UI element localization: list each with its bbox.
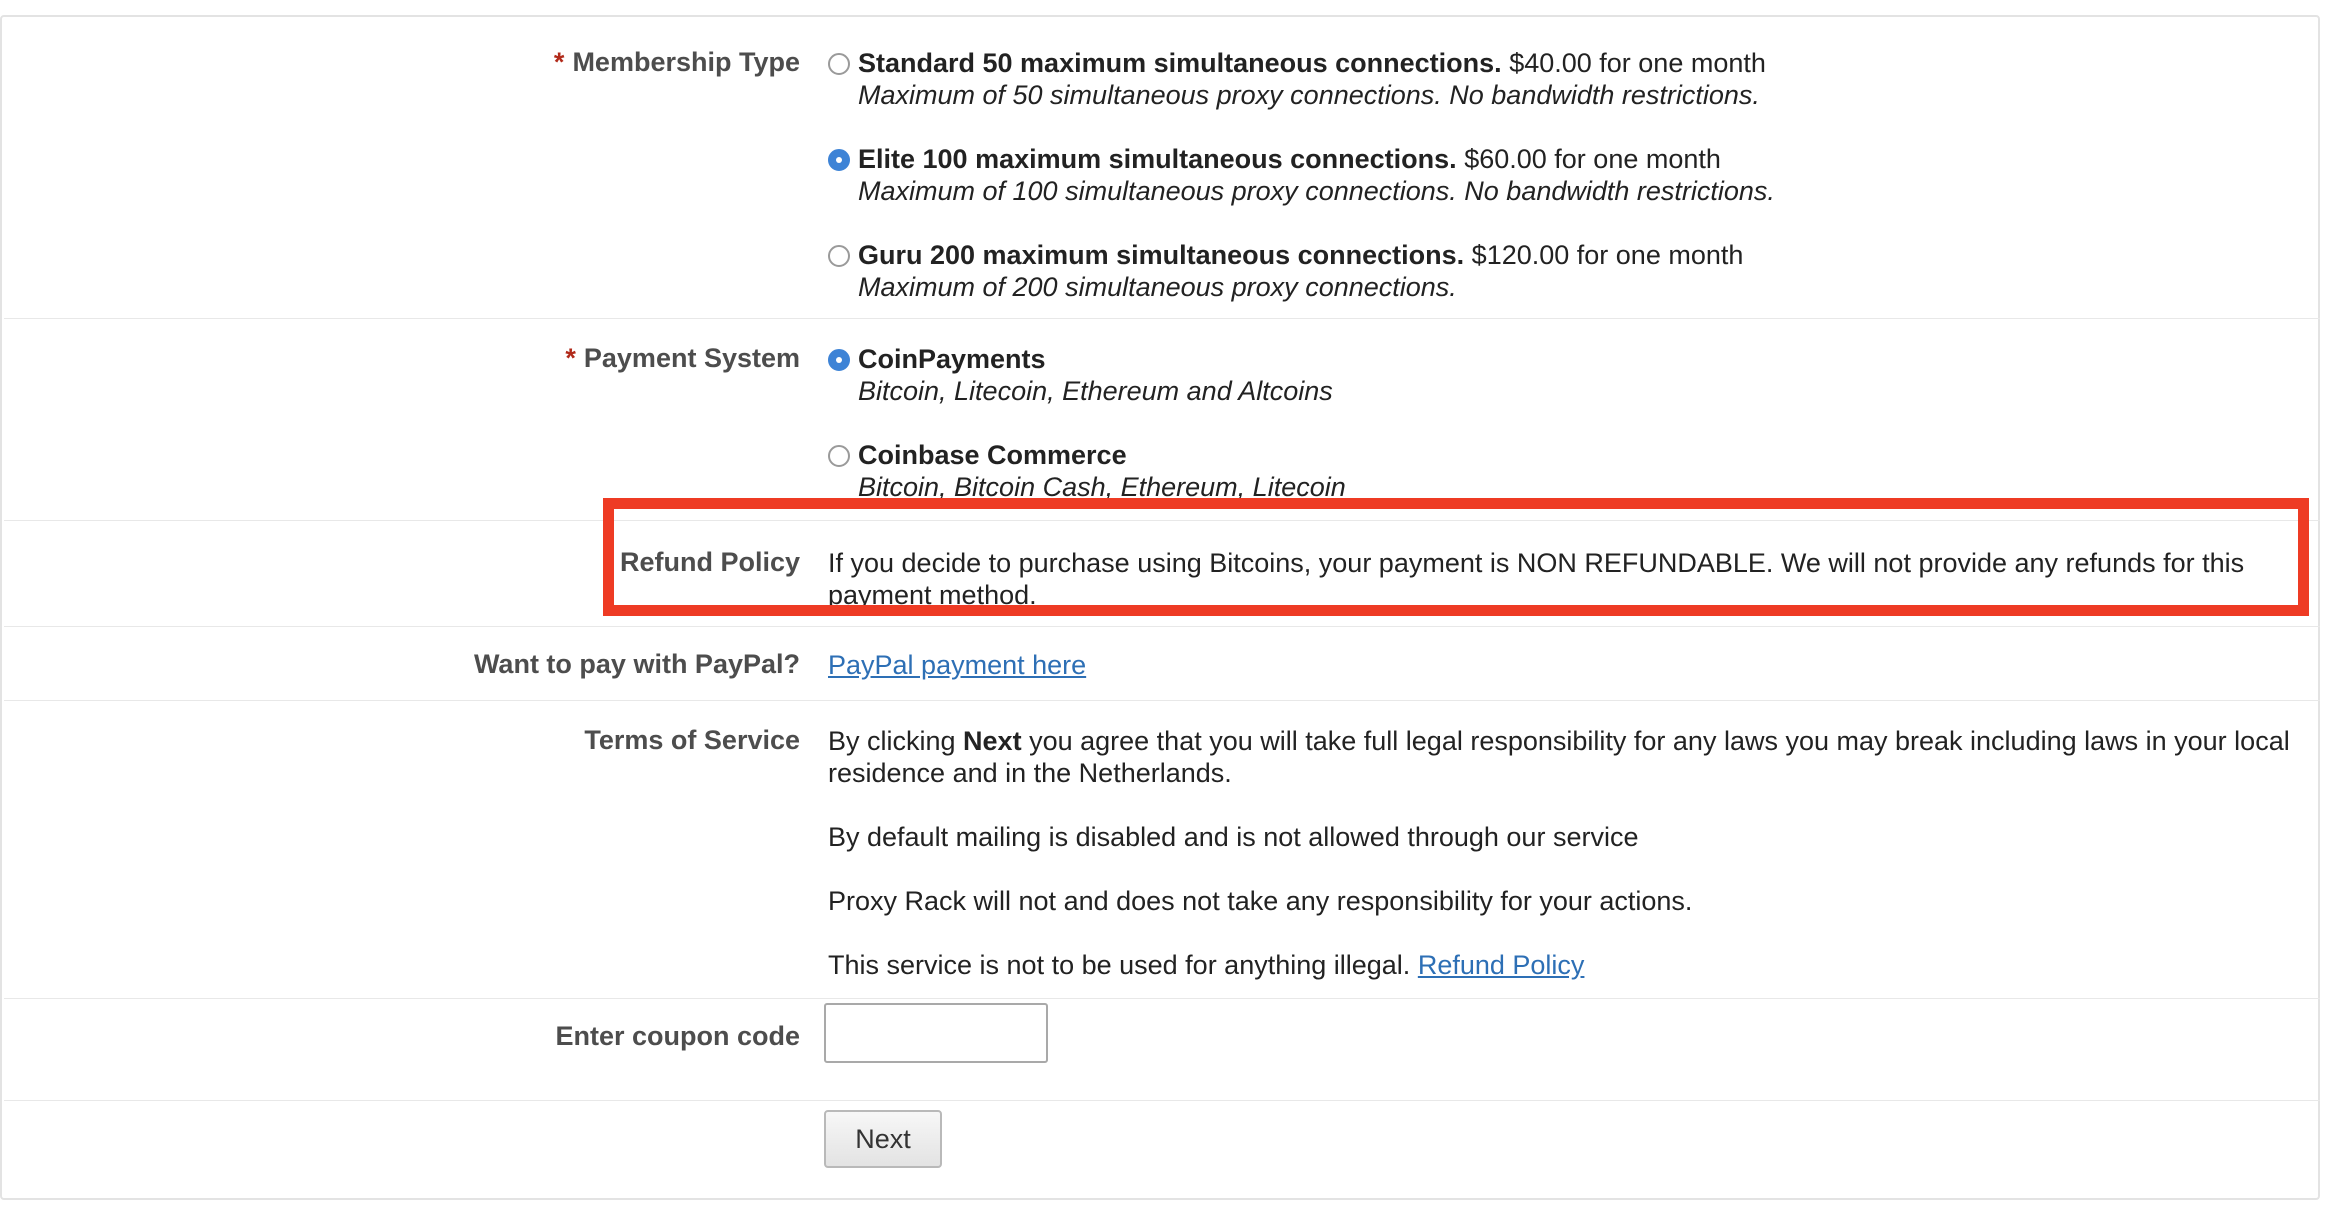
radio-coinpayments[interactable] bbox=[828, 349, 850, 371]
paypal-content: PayPal payment here bbox=[828, 649, 2308, 681]
option-title: Standard 50 maximum simultaneous connect… bbox=[858, 48, 1502, 78]
paypal-label: Want to pay with PayPal? bbox=[473, 649, 800, 679]
refund-policy-text: If you decide to purchase using Bitcoins… bbox=[828, 548, 2245, 610]
terms-paragraph-2: By default mailing is disabled and is no… bbox=[828, 822, 1639, 852]
option-price: $40.00 for one month bbox=[1509, 48, 1766, 78]
membership-option-standard[interactable]: Standard 50 maximum simultaneous connect… bbox=[828, 47, 1766, 111]
membership-type-row: * Membership Type Standard 50 maximum sim… bbox=[4, 17, 2320, 319]
radio-elite[interactable] bbox=[828, 149, 850, 171]
submit-row bbox=[4, 1101, 2320, 1200]
option-description: Maximum of 50 simultaneous proxy connect… bbox=[858, 80, 1760, 110]
radio-standard[interactable] bbox=[828, 53, 850, 75]
membership-option-guru[interactable]: Guru 200 maximum simultaneous connection… bbox=[828, 239, 1743, 303]
form-container: * Membership Type Standard 50 maximum sim… bbox=[0, 15, 2320, 1200]
payment-system-label: * Payment System bbox=[565, 343, 800, 373]
option-title: CoinPayments bbox=[858, 344, 1046, 374]
option-title: Coinbase Commerce bbox=[858, 440, 1127, 470]
payment-system-row: * Payment System CoinPayments Bitcoin, Li… bbox=[4, 319, 2320, 521]
terms-of-service-row: Terms of Service By clicking Next you ag… bbox=[4, 701, 2320, 999]
terms-paragraph-3: Proxy Rack will not and does not take an… bbox=[828, 886, 1693, 916]
terms-paragraph-1: By clicking Next you agree that you will… bbox=[828, 726, 2290, 788]
payment-option-coinbase[interactable]: Coinbase Commerce Bitcoin, Bitcoin Cash,… bbox=[828, 439, 1346, 503]
option-title: Guru 200 maximum simultaneous connection… bbox=[858, 240, 1465, 270]
paypal-payment-link[interactable]: PayPal payment here bbox=[828, 650, 1086, 680]
option-title: Elite 100 maximum simultaneous connectio… bbox=[858, 144, 1457, 174]
refund-policy-label: Refund Policy bbox=[619, 547, 800, 577]
paypal-row: Want to pay with PayPal? PayPal payment … bbox=[4, 627, 2320, 701]
terms-paragraph-4: This service is not to be used for anyth… bbox=[828, 950, 1585, 980]
membership-type-label: * Membership Type bbox=[553, 47, 800, 77]
terms-next-bold: Next bbox=[963, 726, 1022, 756]
option-price: $120.00 for one month bbox=[1471, 240, 1744, 270]
coupon-code-input[interactable] bbox=[824, 1003, 1048, 1063]
option-description: Maximum of 200 simultaneous proxy connec… bbox=[858, 272, 1457, 302]
option-price: $60.00 for one month bbox=[1464, 144, 1721, 174]
membership-option-elite[interactable]: Elite 100 maximum simultaneous connectio… bbox=[828, 143, 1775, 207]
option-description: Bitcoin, Litecoin, Ethereum and Altcoins bbox=[858, 376, 1333, 406]
terms-of-service-label: Terms of Service bbox=[584, 725, 800, 755]
option-description: Bitcoin, Bitcoin Cash, Ethereum, Litecoi… bbox=[858, 472, 1346, 502]
refund-policy-row: Refund Policy If you decide to purchase … bbox=[4, 521, 2320, 627]
refund-policy-link[interactable]: Refund Policy bbox=[1418, 950, 1585, 980]
radio-coinbase[interactable] bbox=[828, 445, 850, 467]
coupon-row: Enter coupon code bbox=[4, 999, 2320, 1101]
next-button[interactable]: Next bbox=[824, 1110, 942, 1168]
terms-content: By clicking Next you agree that you will… bbox=[828, 725, 2308, 981]
radio-guru[interactable] bbox=[828, 245, 850, 267]
option-description: Maximum of 100 simultaneous proxy connec… bbox=[858, 176, 1775, 206]
payment-option-coinpayments[interactable]: CoinPayments Bitcoin, Litecoin, Ethereum… bbox=[828, 343, 1333, 407]
required-asterisk: * bbox=[565, 343, 576, 373]
required-asterisk: * bbox=[553, 47, 565, 77]
coupon-label: Enter coupon code bbox=[555, 1021, 800, 1051]
